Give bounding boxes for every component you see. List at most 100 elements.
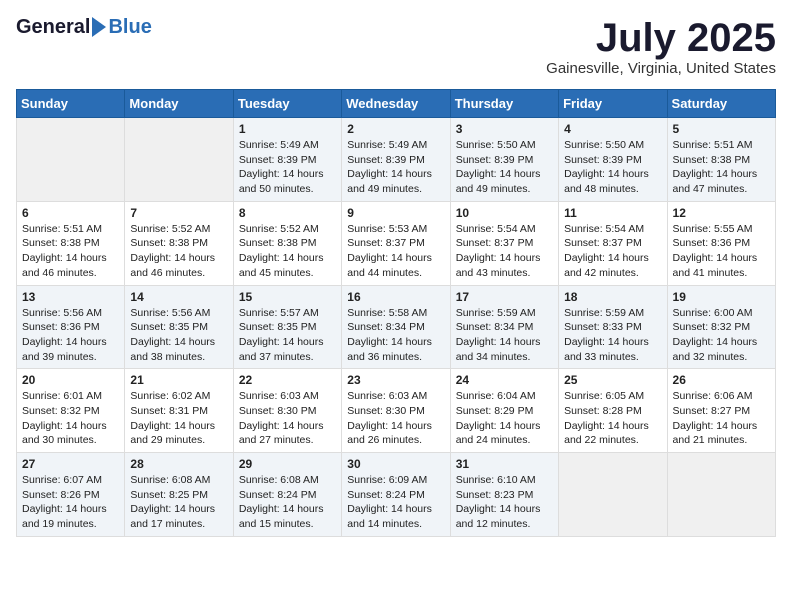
col-thursday: Thursday: [450, 90, 558, 118]
table-row: 13 Sunrise: 5:56 AM Sunset: 8:36 PM Dayl…: [17, 285, 125, 369]
cell-sunset: Sunset: 8:30 PM: [347, 405, 425, 417]
cell-sunset: Sunset: 8:34 PM: [456, 321, 534, 333]
cell-daylight: Daylight: 14 hours and 17 minutes.: [130, 503, 215, 530]
table-row: [559, 453, 667, 537]
location-text: Gainesville, Virginia, United States: [546, 60, 776, 77]
cell-sunrise: Sunrise: 6:06 AM: [673, 390, 753, 402]
table-row: 8 Sunrise: 5:52 AM Sunset: 8:38 PM Dayli…: [233, 201, 341, 285]
cell-sunset: Sunset: 8:32 PM: [22, 405, 100, 417]
cell-daylight: Daylight: 14 hours and 15 minutes.: [239, 503, 324, 530]
day-number: 7: [130, 206, 227, 220]
cell-sunrise: Sunrise: 5:49 AM: [347, 139, 427, 151]
cell-sunset: Sunset: 8:29 PM: [456, 405, 534, 417]
cell-daylight: Daylight: 14 hours and 49 minutes.: [456, 168, 541, 195]
day-number: 11: [564, 206, 661, 220]
col-saturday: Saturday: [667, 90, 775, 118]
cell-sunrise: Sunrise: 5:51 AM: [673, 139, 753, 151]
calendar-week-row: 20 Sunrise: 6:01 AM Sunset: 8:32 PM Dayl…: [17, 369, 776, 453]
cell-daylight: Daylight: 14 hours and 48 minutes.: [564, 168, 649, 195]
cell-sunrise: Sunrise: 5:57 AM: [239, 307, 319, 319]
cell-daylight: Daylight: 14 hours and 33 minutes.: [564, 336, 649, 363]
cell-sunset: Sunset: 8:36 PM: [22, 321, 100, 333]
cell-sunset: Sunset: 8:35 PM: [239, 321, 317, 333]
table-row: 19 Sunrise: 6:00 AM Sunset: 8:32 PM Dayl…: [667, 285, 775, 369]
cell-sunrise: Sunrise: 5:59 AM: [564, 307, 644, 319]
table-row: 21 Sunrise: 6:02 AM Sunset: 8:31 PM Dayl…: [125, 369, 233, 453]
day-number: 30: [347, 457, 444, 471]
table-row: 20 Sunrise: 6:01 AM Sunset: 8:32 PM Dayl…: [17, 369, 125, 453]
logo-general-text: General: [16, 16, 90, 39]
table-row: [17, 118, 125, 202]
cell-sunset: Sunset: 8:31 PM: [130, 405, 208, 417]
table-row: 25 Sunrise: 6:05 AM Sunset: 8:28 PM Dayl…: [559, 369, 667, 453]
cell-sunrise: Sunrise: 6:00 AM: [673, 307, 753, 319]
table-row: 16 Sunrise: 5:58 AM Sunset: 8:34 PM Dayl…: [342, 285, 450, 369]
cell-daylight: Daylight: 14 hours and 50 minutes.: [239, 168, 324, 195]
day-number: 22: [239, 373, 336, 387]
cell-sunrise: Sunrise: 5:52 AM: [130, 223, 210, 235]
cell-sunset: Sunset: 8:33 PM: [564, 321, 642, 333]
cell-sunrise: Sunrise: 5:56 AM: [22, 307, 102, 319]
day-number: 10: [456, 206, 553, 220]
cell-sunrise: Sunrise: 5:50 AM: [564, 139, 644, 151]
cell-sunset: Sunset: 8:24 PM: [347, 489, 425, 501]
day-number: 27: [22, 457, 119, 471]
cell-daylight: Daylight: 14 hours and 41 minutes.: [673, 252, 758, 279]
cell-sunset: Sunset: 8:25 PM: [130, 489, 208, 501]
title-area: July 2025 Gainesville, Virginia, United …: [546, 16, 776, 77]
table-row: 5 Sunrise: 5:51 AM Sunset: 8:38 PM Dayli…: [667, 118, 775, 202]
cell-daylight: Daylight: 14 hours and 24 minutes.: [456, 420, 541, 447]
cell-daylight: Daylight: 14 hours and 46 minutes.: [22, 252, 107, 279]
cell-sunrise: Sunrise: 5:49 AM: [239, 139, 319, 151]
cell-daylight: Daylight: 14 hours and 46 minutes.: [130, 252, 215, 279]
table-row: 1 Sunrise: 5:49 AM Sunset: 8:39 PM Dayli…: [233, 118, 341, 202]
cell-sunrise: Sunrise: 6:05 AM: [564, 390, 644, 402]
cell-sunrise: Sunrise: 5:50 AM: [456, 139, 536, 151]
cell-sunset: Sunset: 8:38 PM: [673, 154, 751, 166]
col-tuesday: Tuesday: [233, 90, 341, 118]
table-row: [125, 118, 233, 202]
cell-daylight: Daylight: 14 hours and 27 minutes.: [239, 420, 324, 447]
calendar-week-row: 27 Sunrise: 6:07 AM Sunset: 8:26 PM Dayl…: [17, 453, 776, 537]
table-row: 2 Sunrise: 5:49 AM Sunset: 8:39 PM Dayli…: [342, 118, 450, 202]
table-row: 30 Sunrise: 6:09 AM Sunset: 8:24 PM Dayl…: [342, 453, 450, 537]
logo-blue-text: Blue: [108, 16, 151, 39]
cell-sunset: Sunset: 8:26 PM: [22, 489, 100, 501]
table-row: 12 Sunrise: 5:55 AM Sunset: 8:36 PM Dayl…: [667, 201, 775, 285]
day-number: 8: [239, 206, 336, 220]
table-row: 15 Sunrise: 5:57 AM Sunset: 8:35 PM Dayl…: [233, 285, 341, 369]
page-container: General Blue July 2025 Gainesville, Virg…: [16, 16, 776, 537]
cell-sunrise: Sunrise: 5:52 AM: [239, 223, 319, 235]
col-friday: Friday: [559, 90, 667, 118]
table-row: 24 Sunrise: 6:04 AM Sunset: 8:29 PM Dayl…: [450, 369, 558, 453]
cell-sunrise: Sunrise: 6:09 AM: [347, 474, 427, 486]
day-number: 3: [456, 122, 553, 136]
cell-sunset: Sunset: 8:39 PM: [239, 154, 317, 166]
table-row: 27 Sunrise: 6:07 AM Sunset: 8:26 PM Dayl…: [17, 453, 125, 537]
cell-sunset: Sunset: 8:39 PM: [456, 154, 534, 166]
cell-daylight: Daylight: 14 hours and 14 minutes.: [347, 503, 432, 530]
day-number: 24: [456, 373, 553, 387]
table-row: 6 Sunrise: 5:51 AM Sunset: 8:38 PM Dayli…: [17, 201, 125, 285]
day-number: 4: [564, 122, 661, 136]
day-number: 5: [673, 122, 770, 136]
cell-daylight: Daylight: 14 hours and 37 minutes.: [239, 336, 324, 363]
table-row: 31 Sunrise: 6:10 AM Sunset: 8:23 PM Dayl…: [450, 453, 558, 537]
cell-daylight: Daylight: 14 hours and 30 minutes.: [22, 420, 107, 447]
cell-daylight: Daylight: 14 hours and 42 minutes.: [564, 252, 649, 279]
cell-sunrise: Sunrise: 6:04 AM: [456, 390, 536, 402]
cell-sunset: Sunset: 8:36 PM: [673, 237, 751, 249]
calendar-week-row: 6 Sunrise: 5:51 AM Sunset: 8:38 PM Dayli…: [17, 201, 776, 285]
day-number: 23: [347, 373, 444, 387]
cell-sunset: Sunset: 8:32 PM: [673, 321, 751, 333]
cell-sunset: Sunset: 8:38 PM: [239, 237, 317, 249]
cell-daylight: Daylight: 14 hours and 36 minutes.: [347, 336, 432, 363]
page-header: General Blue July 2025 Gainesville, Virg…: [16, 16, 776, 77]
table-row: 22 Sunrise: 6:03 AM Sunset: 8:30 PM Dayl…: [233, 369, 341, 453]
cell-sunset: Sunset: 8:38 PM: [130, 237, 208, 249]
cell-sunrise: Sunrise: 5:54 AM: [564, 223, 644, 235]
cell-daylight: Daylight: 14 hours and 12 minutes.: [456, 503, 541, 530]
day-number: 31: [456, 457, 553, 471]
day-number: 15: [239, 290, 336, 304]
calendar-week-row: 1 Sunrise: 5:49 AM Sunset: 8:39 PM Dayli…: [17, 118, 776, 202]
